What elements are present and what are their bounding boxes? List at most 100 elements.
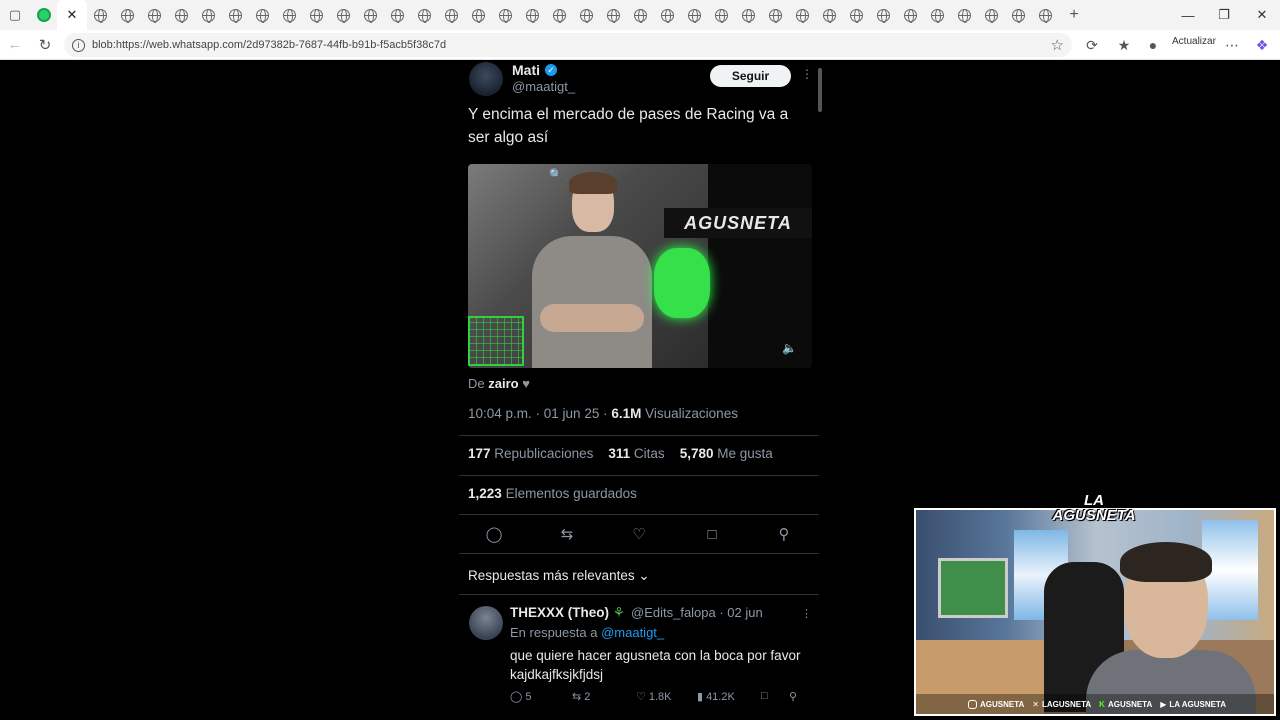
tab-bar: ▢ ✕ + — ❐ ✕	[0, 0, 1280, 30]
tweet-text: Y encima el mercado de pases de Racing v…	[468, 106, 789, 146]
tab-globe[interactable]	[438, 0, 465, 30]
tab-actions-icon[interactable]: ▢	[0, 0, 30, 30]
tab-globe[interactable]	[1005, 0, 1032, 30]
tab-globe[interactable]	[465, 0, 492, 30]
likes-stat[interactable]: 5,780 Me gusta	[680, 446, 773, 461]
reply-views-button[interactable]: ▮ 41.2K	[697, 690, 735, 704]
reply-handle[interactable]: @Edits_falopa · 02 jun	[631, 605, 763, 620]
scrollbar[interactable]	[818, 68, 822, 112]
new-tab-button[interactable]: +	[1059, 0, 1089, 30]
tweet-time[interactable]: 10:04 p.m. · 01 jun 25 ·	[468, 406, 608, 421]
tab-globe[interactable]	[843, 0, 870, 30]
favorites-icon[interactable]: ★	[1110, 30, 1138, 60]
reply-icon[interactable]: ◯	[482, 522, 506, 546]
tab-globe[interactable]	[951, 0, 978, 30]
author-avatar[interactable]	[469, 62, 503, 96]
divider	[459, 514, 819, 515]
chevron-down-icon: ⌄	[638, 568, 650, 583]
profile-icon[interactable]: ●	[1139, 30, 1167, 60]
maximize-button[interactable]: ❐	[1206, 0, 1242, 30]
reload-button[interactable]: ↻	[30, 30, 60, 60]
reposts-stat[interactable]: 177 Republicaciones	[468, 446, 593, 461]
tab-globe[interactable]	[897, 0, 924, 30]
tab-globe[interactable]	[384, 0, 411, 30]
tab-globe[interactable]	[114, 0, 141, 30]
tab-globe[interactable]	[546, 0, 573, 30]
author-name[interactable]: Mati	[512, 62, 540, 78]
tab-globe[interactable]	[627, 0, 654, 30]
tab-globe[interactable]	[708, 0, 735, 30]
tab-globe[interactable]	[276, 0, 303, 30]
webcam-overlay: AGUSNETA ✕ LAGUSNETA K AGUSNETA ▶ LA AGUSNE…	[914, 508, 1276, 716]
stadium-picture	[938, 558, 1008, 618]
tab-globe[interactable]	[519, 0, 546, 30]
like-icon[interactable]: ♡	[627, 522, 651, 546]
tab-globe[interactable]	[681, 0, 708, 30]
tab-globe[interactable]	[762, 0, 789, 30]
tab-globe[interactable]	[303, 0, 330, 30]
globe-icon	[310, 8, 323, 23]
tab-globe[interactable]	[978, 0, 1005, 30]
tab-globe[interactable]	[411, 0, 438, 30]
reply-text: que quiere hacer agusneta con la boca po…	[510, 648, 801, 682]
refresh-extension-icon[interactable]: ⟳	[1078, 30, 1106, 60]
minimize-button[interactable]: —	[1170, 0, 1206, 30]
favorite-star-icon[interactable]: ☆	[1051, 36, 1064, 54]
reply-share-button[interactable]: ⚲	[789, 690, 797, 703]
tab-globe[interactable]	[870, 0, 897, 30]
tab-globe[interactable]	[492, 0, 519, 30]
tab-globe[interactable]	[924, 0, 951, 30]
source-name[interactable]: zairo	[488, 376, 518, 391]
tab-globe[interactable]	[357, 0, 384, 30]
tab-globe[interactable]	[195, 0, 222, 30]
reply-like-button[interactable]: ♡ 1.8K	[636, 690, 672, 704]
repost-icon[interactable]: ⇆	[555, 522, 579, 546]
back-button[interactable]: ←	[0, 30, 30, 60]
tab-globe[interactable]	[654, 0, 681, 30]
tab-globe[interactable]	[573, 0, 600, 30]
globe-icon	[877, 8, 890, 23]
more-options-icon[interactable]: ⋮	[801, 67, 813, 81]
tab-globe[interactable]	[600, 0, 627, 30]
tweet-panel: Mati ✓ @maatigt_ Seguir ⋮ Y encima el me…	[459, 62, 819, 716]
reply-reply-button[interactable]: ◯ 5	[510, 690, 531, 704]
divider	[459, 435, 819, 436]
tab-globe[interactable]	[141, 0, 168, 30]
reply-to-handle[interactable]: @maatigt_	[601, 625, 664, 640]
tab-globe[interactable]	[789, 0, 816, 30]
info-icon[interactable]: i	[72, 38, 85, 52]
tab-globe[interactable]	[87, 0, 114, 30]
globe-icon	[796, 8, 809, 23]
tab-whatsapp[interactable]	[30, 0, 57, 30]
update-button[interactable]: Actualizar	[1172, 36, 1216, 47]
bookmark-icon[interactable]: □	[700, 522, 724, 546]
reply-repost-button[interactable]: ⇆ 2	[572, 690, 590, 704]
reply-avatar[interactable]	[469, 606, 503, 640]
reply-icon: ◯	[510, 691, 523, 703]
quotes-stat[interactable]: 311 Citas	[608, 446, 664, 461]
tab-globe[interactable]	[168, 0, 195, 30]
tab-globe[interactable]	[735, 0, 762, 30]
divider	[459, 553, 819, 554]
tab-globe[interactable]	[249, 0, 276, 30]
mute-icon[interactable]: 🔈	[782, 341, 797, 355]
tab-globe[interactable]	[330, 0, 357, 30]
close-window-button[interactable]: ✕	[1244, 0, 1280, 30]
tab-globe[interactable]	[222, 0, 249, 30]
follow-button[interactable]: Seguir	[710, 65, 791, 87]
tweet-video[interactable]: AGUSNETA 🔍 🔈	[468, 164, 812, 368]
tab-globe[interactable]	[1032, 0, 1059, 30]
views-icon: ▮	[697, 691, 704, 703]
share-icon[interactable]: ⚲	[772, 522, 796, 546]
reply-bookmark-button[interactable]: □	[761, 690, 768, 702]
tab-active-close[interactable]: ✕	[57, 0, 87, 30]
reply-author-name[interactable]: THEXXX (Theo) ⚘	[510, 605, 625, 621]
copilot-icon[interactable]: ❖	[1248, 30, 1276, 60]
tab-globe[interactable]	[816, 0, 843, 30]
globe-icon	[904, 8, 917, 23]
author-handle[interactable]: @maatigt_	[512, 79, 575, 94]
replies-sort-dropdown[interactable]: Respuestas más relevantes ⌄	[468, 568, 650, 584]
reply-more-icon[interactable]: ⋮	[801, 607, 812, 620]
url-field[interactable]: i blob:https://web.whatsapp.com/2d97382b…	[64, 33, 1072, 57]
more-menu-icon[interactable]: ⋯	[1218, 30, 1246, 60]
